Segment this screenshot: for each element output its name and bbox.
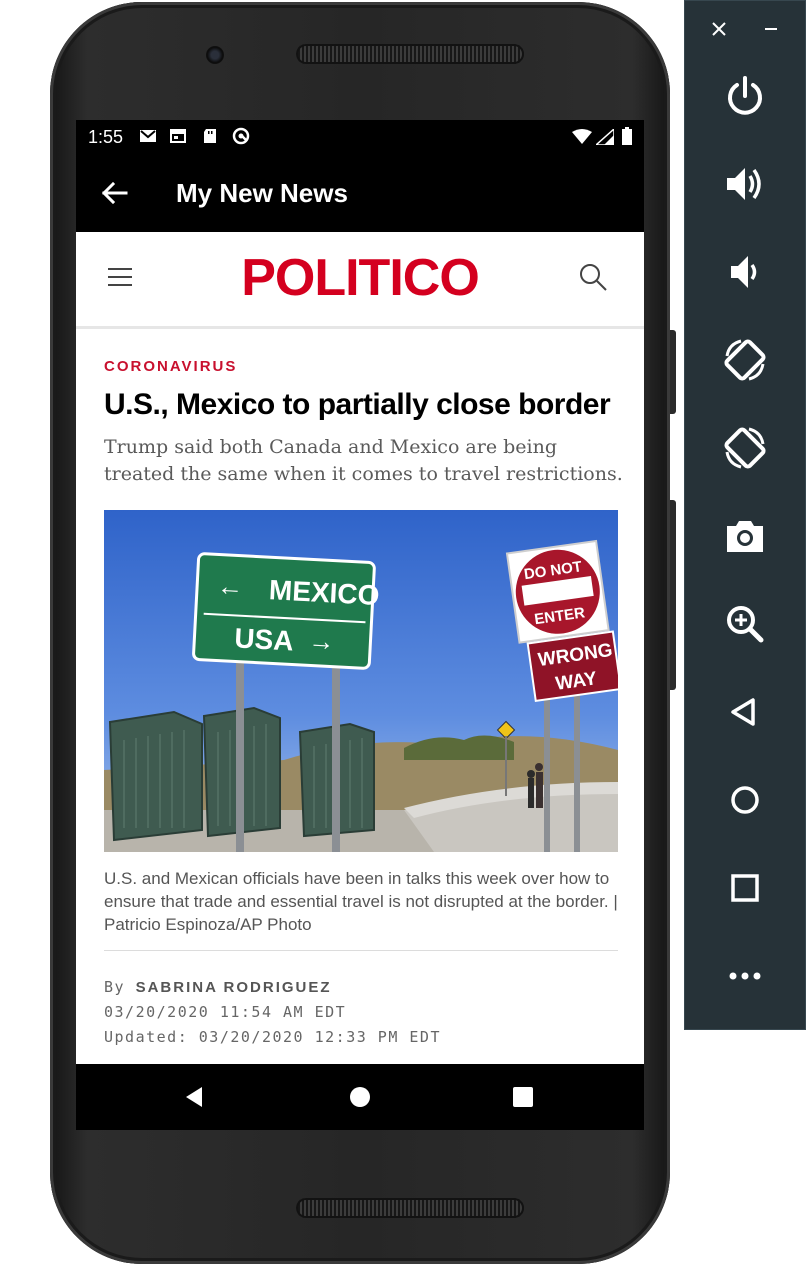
sd-card-icon bbox=[204, 129, 216, 143]
article-kicker[interactable]: CORONAVIRUS bbox=[104, 358, 237, 375]
zoom-icon[interactable] bbox=[721, 600, 769, 648]
article-dek: Trump said both Canada and Mexico are be… bbox=[104, 436, 623, 485]
phone-screen: 1:55 My New News POLITICO CORONAVIRUS U.… bbox=[76, 120, 644, 1130]
border-sign-photo: ← MEXICO USA → DO NOT ENTER WRONG WAY bbox=[104, 510, 618, 852]
more-icon[interactable] bbox=[721, 952, 769, 1000]
back-triangle-icon[interactable] bbox=[180, 1082, 210, 1112]
svg-text:→: → bbox=[308, 625, 336, 656]
caption-divider bbox=[104, 950, 618, 951]
power-icon[interactable] bbox=[721, 72, 769, 120]
calendar-icon bbox=[170, 129, 186, 143]
volume-side-button bbox=[670, 500, 676, 690]
home-icon[interactable] bbox=[721, 776, 769, 824]
byline-prefix: By bbox=[104, 978, 126, 996]
author-name[interactable]: SABRINA RODRIGUEZ bbox=[136, 979, 332, 996]
rotate-left-icon[interactable] bbox=[721, 336, 769, 384]
emulator-toolbar bbox=[684, 0, 806, 1030]
close-icon[interactable] bbox=[706, 16, 732, 42]
arrow-left-icon[interactable] bbox=[96, 176, 132, 210]
home-circle-icon[interactable] bbox=[345, 1082, 375, 1112]
byline: By SABRINA RODRIGUEZ bbox=[104, 978, 332, 996]
site-header: POLITICO bbox=[76, 232, 644, 329]
overview-icon[interactable] bbox=[721, 864, 769, 912]
sign-usa-text: USA bbox=[234, 622, 295, 656]
wifi-icon bbox=[572, 129, 592, 144]
sync-icon bbox=[232, 127, 250, 145]
gmail-icon bbox=[140, 130, 156, 142]
volume-up-icon[interactable] bbox=[721, 160, 769, 208]
battery-icon bbox=[622, 127, 632, 145]
search-icon[interactable] bbox=[578, 262, 608, 292]
svg-text:←: ← bbox=[216, 570, 244, 601]
article-headline: U.S., Mexico to partially close border bbox=[104, 388, 611, 421]
bottom-speaker bbox=[296, 1198, 524, 1218]
status-time: 1:55 bbox=[88, 127, 124, 147]
status-bar: 1:55 bbox=[76, 120, 644, 154]
back-icon[interactable] bbox=[721, 688, 769, 736]
power-side-button bbox=[670, 330, 676, 414]
recents-square-icon[interactable] bbox=[508, 1082, 538, 1112]
minimize-icon[interactable] bbox=[758, 16, 784, 42]
front-camera bbox=[206, 46, 224, 64]
navigation-bar bbox=[76, 1064, 644, 1130]
rotate-right-icon[interactable] bbox=[721, 424, 769, 472]
app-bar: My New News bbox=[76, 154, 644, 232]
updated-date: Updated: 03/20/2020 12:33 PM EDT bbox=[104, 1028, 441, 1046]
politico-logo[interactable]: POLITICO bbox=[76, 248, 644, 308]
published-date: 03/20/2020 11:54 AM EDT bbox=[104, 1003, 347, 1021]
cell-signal-icon bbox=[596, 129, 614, 145]
volume-down-icon[interactable] bbox=[721, 248, 769, 296]
app-title: My New News bbox=[176, 178, 348, 208]
photo-caption: U.S. and Mexican officials have been in … bbox=[104, 869, 618, 934]
article-photo: ← MEXICO USA → DO NOT ENTER WRONG WAY bbox=[104, 510, 618, 852]
sign-mexico-text: MEXICO bbox=[268, 574, 380, 611]
camera-icon[interactable] bbox=[721, 512, 769, 560]
top-speaker bbox=[296, 44, 524, 64]
